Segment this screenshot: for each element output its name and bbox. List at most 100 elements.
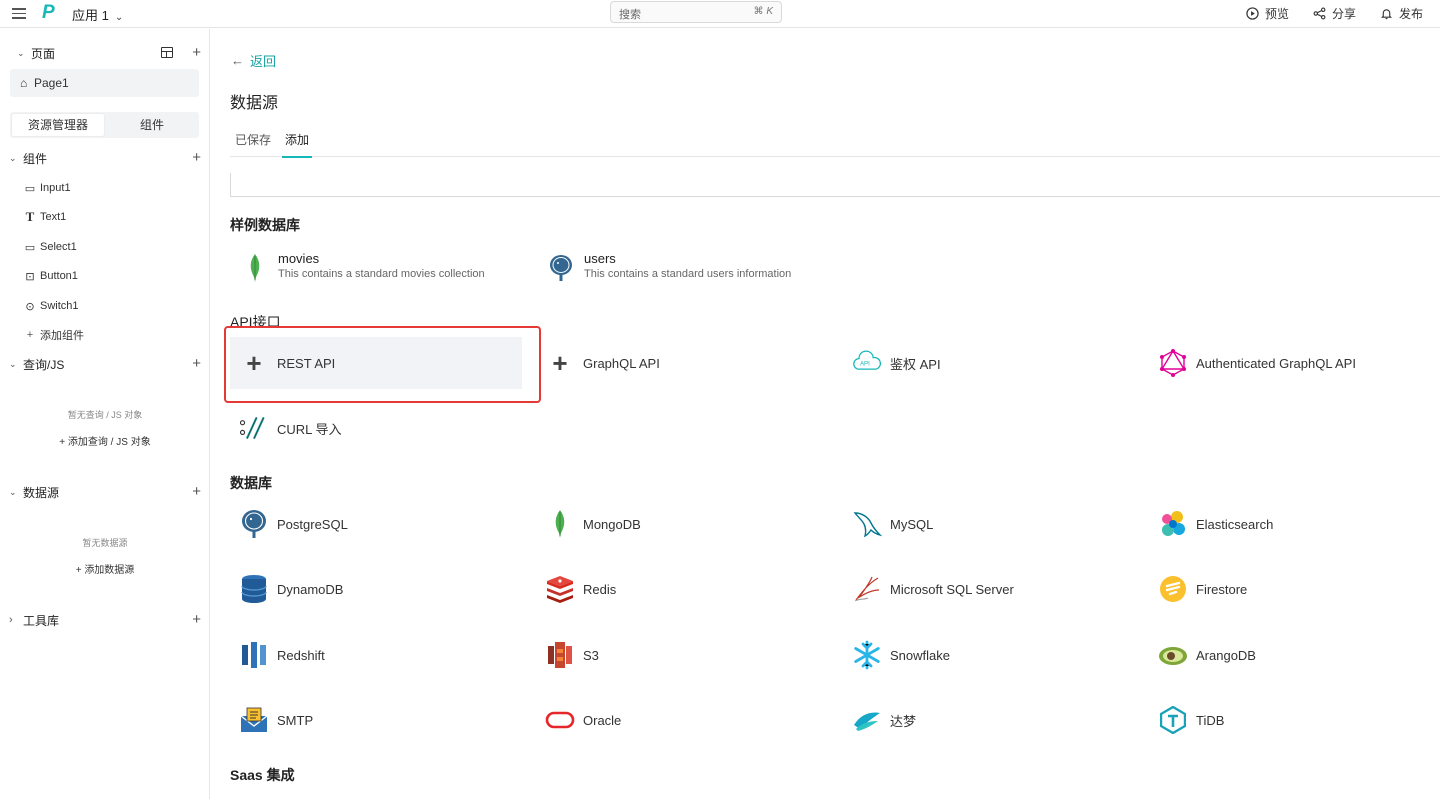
card-label: GraphQL API [583, 355, 660, 371]
tab-explorer[interactable]: 资源管理器 [12, 114, 104, 136]
search-placeholder: 搜索 [619, 9, 641, 21]
widgets-title: 组件 [23, 151, 48, 166]
tab-widgets[interactable]: 组件 [106, 114, 198, 136]
publish-label: 发布 [1399, 7, 1424, 21]
sidebar-segment-control: 资源管理器 组件 [10, 112, 199, 138]
highlight-box [224, 326, 541, 403]
datasource-card-tidb[interactable]: TiDB [1149, 694, 1440, 746]
sample-movies[interactable]: movies This contains a standard movies c… [230, 251, 530, 287]
datasource-card-auth-graphql-api[interactable]: Authenticated GraphQL API [1149, 337, 1440, 389]
page-item-page1[interactable]: ⌂ Page1 [10, 69, 199, 97]
chevron-down-icon: ⌄ [17, 47, 25, 58]
card-label: Redshift [277, 647, 325, 663]
datasource-card-mongodb[interactable]: MongoDB [536, 498, 828, 550]
datasource-card-curl-import[interactable]: CURL 导入 [230, 402, 522, 454]
preview-button[interactable]: 预览 [1246, 5, 1289, 22]
widgets-section-header[interactable]: ⌄ 组件 + [0, 147, 210, 169]
datasource-card-arangodb[interactable]: ArangoDB [1149, 629, 1440, 681]
card-label: PostgreSQL [277, 516, 348, 532]
add-widget-label: 添加组件 [40, 330, 84, 342]
add-library-icon[interactable]: + [192, 611, 201, 628]
add-datasource-link[interactable]: + 添加数据源 [0, 561, 210, 576]
add-widget-icon[interactable]: + [192, 149, 201, 166]
card-label: ArangoDB [1196, 647, 1256, 663]
app-name-dropdown[interactable]: 应用 1 ⌄ [72, 5, 123, 24]
mongodb-icon [545, 509, 575, 539]
datasource-card-postgresql[interactable]: PostgreSQL [230, 498, 522, 550]
add-page-icon[interactable]: + [192, 44, 201, 61]
preview-label: 预览 [1265, 7, 1290, 21]
card-label: Elasticsearch [1196, 516, 1274, 532]
datasource-card-firestore[interactable]: Firestore [1149, 563, 1440, 615]
datasource-card-smtp[interactable]: SMTP [230, 694, 522, 746]
postgresql-icon [239, 509, 269, 539]
card-label: DynamoDB [277, 581, 344, 597]
redshift-icon [239, 640, 269, 670]
chevron-down-icon: ⌄ [9, 358, 17, 369]
libraries-section-header[interactable]: › 工具库 + [0, 609, 210, 631]
search-input[interactable]: 搜索 ⌘ K [610, 1, 782, 23]
sidebar: ⌄ 页面 + ⌂ Page1 资源管理器 组件 ⌄ 组件 + ▭ Input1 T… [0, 29, 210, 799]
sample-users[interactable]: users This contains a standard users inf… [536, 251, 836, 287]
graphql-icon [1158, 348, 1188, 378]
menu-icon[interactable] [12, 5, 26, 21]
elasticsearch-icon [1158, 509, 1188, 539]
datasource-card-redis[interactable]: Redis [536, 563, 828, 615]
add-datasource-icon[interactable]: + [192, 483, 201, 500]
back-label: 返回 [250, 54, 277, 69]
chevron-right-icon: › [9, 614, 13, 626]
widget-item-text1[interactable]: T Text1 [24, 207, 67, 227]
datasource-card-snowflake[interactable]: Snowflake [843, 629, 1135, 681]
datasource-card-graphql-api[interactable]: + GraphQL API [536, 337, 828, 389]
add-widget-link[interactable]: + 添加组件 [24, 325, 84, 345]
card-label: Redis [583, 581, 617, 597]
datasources-section-header[interactable]: ⌄ 数据源 + [0, 481, 210, 503]
app-name: 应用 1 [72, 8, 109, 23]
datasource-card-oracle[interactable]: Oracle [536, 694, 828, 746]
datasource-card-redshift[interactable]: Redshift [230, 629, 522, 681]
home-icon: ⌂ [20, 76, 28, 90]
publish-button[interactable]: 发布 [1380, 5, 1423, 22]
pages-section-header[interactable]: ⌄ 页面 + [0, 42, 210, 64]
tab-saved[interactable]: 已保存 [235, 131, 271, 157]
add-query-link[interactable]: + 添加查询 / JS 对象 [0, 433, 210, 448]
tab-add[interactable]: 添加 [281, 131, 313, 158]
share-button[interactable]: 分享 [1313, 5, 1356, 22]
dameng-icon [852, 705, 882, 735]
datasource-card-dynamodb[interactable]: DynamoDB [230, 563, 522, 615]
card-label: S3 [583, 647, 599, 663]
tidb-icon [1158, 705, 1188, 735]
datasource-card-dameng[interactable]: 达梦 [843, 694, 1135, 746]
datasource-card-mysql[interactable]: MySQL [843, 498, 1135, 550]
play-icon [1246, 7, 1259, 20]
widget-item-button1[interactable]: ⊡ Button1 [24, 266, 78, 286]
svg-text:API: API [860, 361, 870, 368]
datasources-empty-text: 暂无数据源 [82, 538, 128, 548]
mail-icon [239, 705, 269, 735]
back-link[interactable]: ← 返回 [231, 51, 276, 70]
widget-item-select1[interactable]: ▭ Select1 [24, 237, 77, 257]
queries-title: 查询/JS [23, 357, 65, 372]
postgres-elephant-icon [550, 255, 572, 281]
datasource-card-s3[interactable]: S3 [536, 629, 828, 681]
plus-icon: + [552, 347, 568, 378]
saas-title: Saas 集成 [230, 767, 295, 783]
add-query-label: 添加查询 / JS 对象 [67, 437, 151, 448]
database-title: 数据库 [230, 475, 272, 491]
layout-icon[interactable] [161, 47, 173, 58]
add-datasource-label: 添加数据源 [84, 565, 135, 576]
add-query-icon[interactable]: + [192, 355, 201, 372]
sample-desc: This contains a standard users informati… [584, 268, 792, 280]
datasource-card-auth-api[interactable]: API 鉴权 API [843, 337, 1135, 389]
chevron-down-icon: ⌄ [9, 152, 17, 163]
page-title: 数据源 [230, 95, 279, 112]
card-label: SMTP [277, 712, 314, 728]
filter-box[interactable] [230, 173, 1440, 197]
queries-section-header[interactable]: ⌄ 查询/JS + [0, 353, 210, 375]
mongodb-leaf-icon [250, 254, 260, 282]
datasource-card-mssql[interactable]: Microsoft SQL Server [843, 563, 1135, 615]
widget-item-input1[interactable]: ▭ Input1 [24, 178, 71, 198]
widget-item-switch1[interactable]: ⊙ Switch1 [24, 296, 78, 316]
datasource-card-elasticsearch[interactable]: Elasticsearch [1149, 498, 1440, 550]
select-icon: ▭ [24, 241, 36, 254]
